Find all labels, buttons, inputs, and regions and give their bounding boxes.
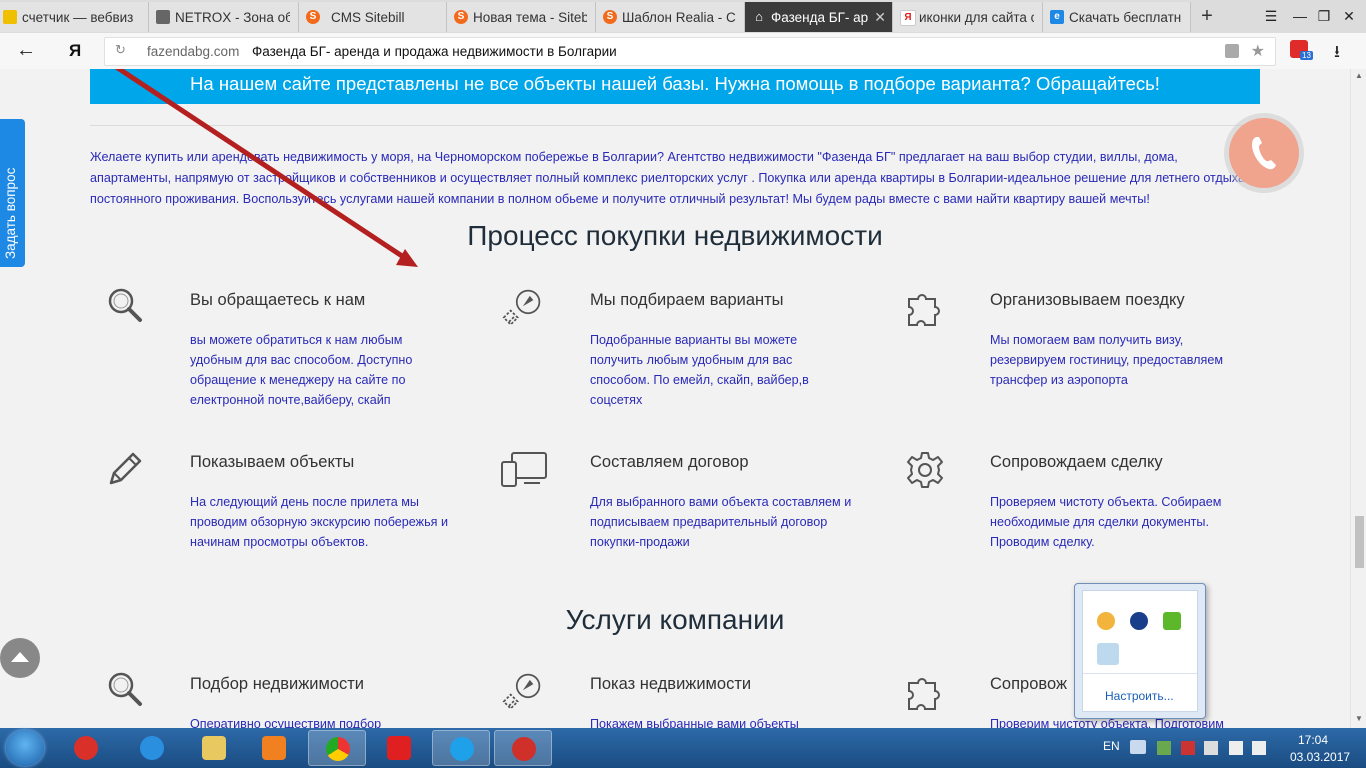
- netrox-icon: [156, 10, 170, 24]
- tab-title: NETROX - Зона об: [175, 9, 290, 25]
- tab-bar: счетчик — вебвиз NETROX - Зона об S CMS …: [0, 0, 1366, 34]
- tab-title: Скачать бесплатны: [1069, 9, 1182, 25]
- skype-icon: [450, 737, 474, 761]
- customize-link[interactable]: Настроить...: [1105, 689, 1174, 703]
- url-host: fazendabg.com: [147, 44, 240, 59]
- tab-6-active[interactable]: ⌂ Фазенда БГ- аре ✕: [745, 2, 893, 32]
- drive-icon[interactable]: [1097, 612, 1115, 630]
- menu-icon[interactable]: ☰: [1258, 5, 1284, 27]
- media-player-icon: [262, 736, 286, 760]
- restore-icon[interactable]: ❐: [1311, 5, 1337, 27]
- evernote-icon[interactable]: [1163, 612, 1181, 630]
- tray-overflow-popup: Настроить...: [1074, 583, 1206, 719]
- star-icon[interactable]: ★: [1251, 41, 1265, 61]
- minimize-icon[interactable]: —: [1287, 5, 1313, 27]
- download-icon[interactable]: ⭳: [1334, 39, 1340, 68]
- close-window-icon[interactable]: ✕: [1336, 5, 1362, 27]
- tab-title: иконки для сайта с: [919, 9, 1034, 25]
- scroll-up-icon[interactable]: ▲: [1355, 71, 1363, 80]
- start-button[interactable]: [6, 730, 44, 766]
- address-bar: ← Я ↻ fazendabg.com Фазенда БГ- аренда и…: [0, 33, 1366, 70]
- taskbar-ie[interactable]: [123, 730, 181, 766]
- back-arrow-icon[interactable]: ←: [16, 39, 36, 62]
- tab-2[interactable]: NETROX - Зона об: [149, 2, 299, 32]
- battery-icon[interactable]: [1204, 741, 1218, 755]
- app-tray-icon[interactable]: [1097, 643, 1119, 665]
- close-icon[interactable]: ✕: [874, 9, 886, 26]
- taskbar: EN 17:04 03.03.2017: [0, 728, 1366, 768]
- clock-time[interactable]: 17:04: [1298, 733, 1328, 747]
- tray-icons-panel: Настроить...: [1082, 590, 1198, 712]
- action-center-icon[interactable]: [1181, 741, 1195, 755]
- tab-3[interactable]: S CMS Sitebill: [299, 2, 447, 32]
- sitebill-icon: S: [454, 10, 468, 24]
- tab-title: счетчик — вебвиз: [22, 9, 134, 25]
- taskbar-media[interactable]: [245, 730, 303, 766]
- taskbar-mic[interactable]: [57, 730, 115, 766]
- taskbar-explorer[interactable]: [185, 730, 243, 766]
- yandex-icon: Я: [900, 10, 916, 26]
- microphone-icon: [74, 736, 98, 760]
- home-icon: ⌂: [755, 9, 763, 24]
- sitebill-icon: S: [306, 10, 320, 24]
- counter-icon: [3, 10, 17, 24]
- new-tab-button[interactable]: +: [1196, 4, 1218, 28]
- sitebill-icon: S: [603, 10, 617, 24]
- clock-date[interactable]: 03.03.2017: [1290, 750, 1350, 764]
- scrollbar-thumb[interactable]: [1355, 516, 1364, 568]
- taskbar-yandex-app[interactable]: [494, 730, 552, 766]
- divider: [1083, 673, 1197, 674]
- tab-title: Новая тема - Siteb: [473, 9, 587, 25]
- tab-4[interactable]: S Новая тема - Siteb: [447, 2, 596, 32]
- extension-badge: 13: [1300, 51, 1313, 60]
- taskbar-yandex[interactable]: [370, 730, 428, 766]
- language-indicator[interactable]: EN: [1103, 739, 1120, 753]
- yandex-logo[interactable]: Я: [69, 41, 81, 61]
- page-scrollbar[interactable]: ▲ ▼: [1350, 69, 1366, 728]
- tab-7[interactable]: Я иконки для сайта с: [893, 2, 1043, 32]
- network-app-icon[interactable]: [1157, 741, 1171, 755]
- taskbar-chrome[interactable]: [308, 730, 366, 766]
- download-site-icon: e: [1050, 10, 1064, 24]
- url-field[interactable]: ↻ fazendabg.com Фазенда БГ- аренда и про…: [104, 37, 1276, 66]
- tab-title: Фазенда БГ- аре: [771, 9, 868, 25]
- url-page-title: Фазенда БГ- аренда и продажа недвижимост…: [252, 44, 617, 59]
- show-hidden-icons-button[interactable]: [1130, 740, 1146, 754]
- volume-icon[interactable]: [1252, 741, 1266, 755]
- ie-icon: [140, 736, 164, 760]
- yandex-app-icon: [512, 737, 536, 761]
- chrome-icon: [326, 737, 350, 761]
- tab-8[interactable]: e Скачать бесплатны: [1043, 2, 1191, 32]
- tab-title: Шаблон Realia - Ст: [622, 9, 736, 25]
- signal-icon[interactable]: [1229, 741, 1243, 755]
- reload-icon[interactable]: ↻: [115, 42, 126, 58]
- folder-icon: [202, 736, 226, 760]
- tab-title: CMS Sitebill: [331, 9, 405, 25]
- tab-1[interactable]: счетчик — вебвиз: [0, 2, 149, 32]
- yandex-browser-icon: [387, 736, 411, 760]
- tab-5[interactable]: S Шаблон Realia - Ст: [596, 2, 745, 32]
- bluetooth-icon[interactable]: [1130, 612, 1148, 630]
- taskbar-skype[interactable]: [432, 730, 490, 766]
- scroll-down-icon[interactable]: ▼: [1355, 714, 1363, 723]
- lock-icon[interactable]: [1225, 44, 1239, 58]
